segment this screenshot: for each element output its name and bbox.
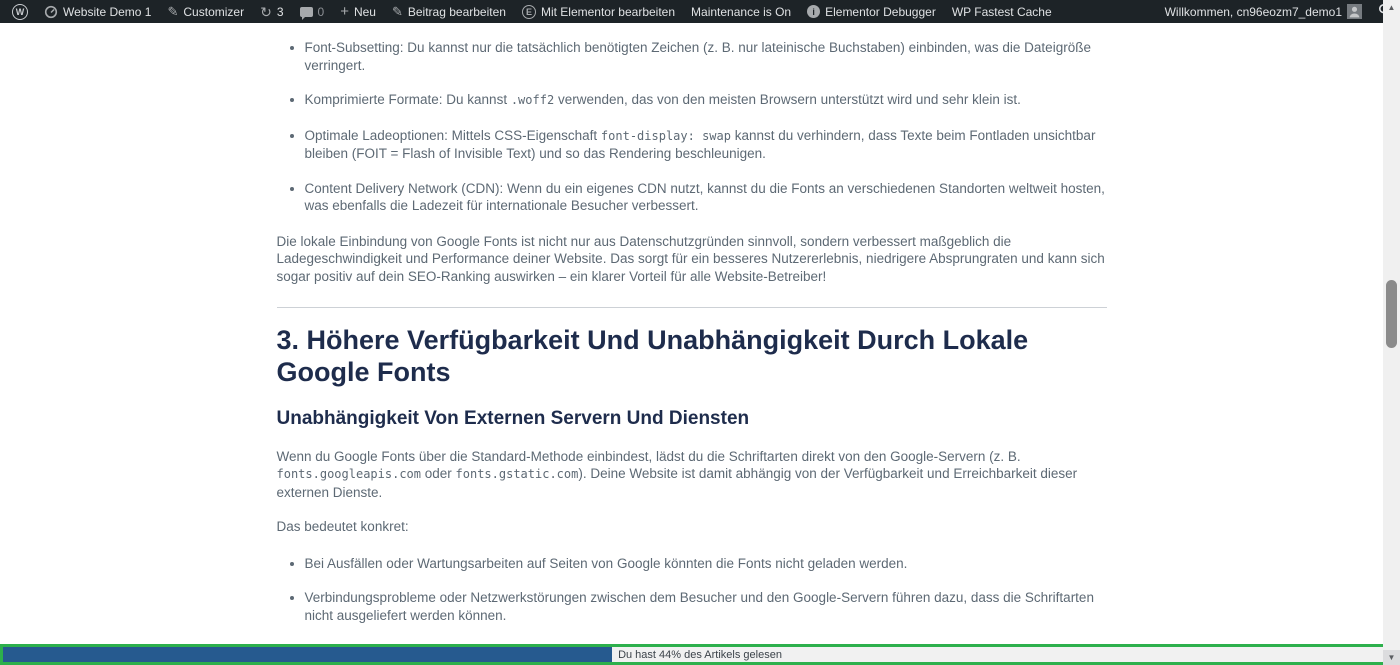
updates-menu[interactable]: ↻ 3 bbox=[252, 0, 291, 23]
site-name-label: Website Demo 1 bbox=[63, 5, 151, 19]
edit-post-label: Beitrag bearbeiten bbox=[408, 5, 506, 19]
list-item: Bei Ausfällen oder Wartungsarbeiten auf … bbox=[305, 555, 1107, 573]
subsection-heading: Unabhängigkeit Von Externen Servern Und … bbox=[277, 407, 1107, 431]
paragraph: Wenn du Google Fonts über die Standard-M… bbox=[277, 448, 1107, 502]
list-item: Verbindungsprobleme oder Netzwerkstörung… bbox=[305, 589, 1107, 624]
elementor-debugger-label: Elementor Debugger bbox=[825, 5, 936, 19]
brush-icon: ✎ bbox=[167, 5, 178, 18]
updates-count: 3 bbox=[277, 5, 284, 19]
plus-icon: + bbox=[340, 4, 349, 19]
list-item: Komprimierte Formate: Du kannst .woff2 v… bbox=[305, 91, 1107, 110]
elementor-edit-label: Mit Elementor bearbeiten bbox=[541, 5, 675, 19]
list-item: Optimale Ladeoptionen: Mittels CSS-Eigen… bbox=[305, 127, 1107, 163]
browser-scrollbar[interactable]: ▲ ▼ bbox=[1383, 0, 1400, 665]
list-item-text: Font-Subsetting: Du kannst nur die tatsä… bbox=[305, 40, 1091, 73]
wp-admin-bar: W Website Demo 1 ✎ Customizer ↻ 3 0 + Ne… bbox=[0, 0, 1400, 23]
paragraph: Das bedeutet konkret: bbox=[277, 518, 1107, 536]
inline-code: font-display: swap bbox=[601, 129, 731, 143]
list-item: Content Delivery Network (CDN): Wenn du … bbox=[305, 180, 1107, 215]
site-name-menu[interactable]: Website Demo 1 bbox=[36, 0, 159, 23]
wp-fastest-cache-label: WP Fastest Cache bbox=[952, 5, 1052, 19]
welcome-label: Willkommen, cn96eozm7_demo1 bbox=[1165, 5, 1342, 19]
wordpress-logo-icon: W bbox=[12, 4, 28, 20]
wp-fastest-cache-menu[interactable]: WP Fastest Cache bbox=[944, 0, 1060, 23]
maintenance-label: Maintenance is On bbox=[691, 5, 791, 19]
reading-progress-bar: Du hast 44% des Artikels gelesen bbox=[0, 644, 1400, 665]
edit-post-menu[interactable]: ✎ Beitrag bearbeiten bbox=[384, 0, 514, 23]
paragraph: Die lokale Einbindung von Google Fonts i… bbox=[277, 233, 1107, 286]
benefits-list: Font-Subsetting: Du kannst nur die tatsä… bbox=[277, 39, 1107, 215]
paragraph-text: oder bbox=[421, 466, 456, 481]
inline-code: .woff2 bbox=[511, 93, 554, 107]
reading-progress-label: Du hast 44% des Artikels gelesen bbox=[3, 647, 1397, 662]
elementor-edit-menu[interactable]: E Mit Elementor bearbeiten bbox=[514, 0, 683, 23]
info-icon: i bbox=[807, 5, 820, 18]
inline-code: fonts.gstatic.com bbox=[456, 467, 579, 481]
updates-icon: ↻ bbox=[260, 5, 272, 19]
scrollbar-down-arrow[interactable]: ▼ bbox=[1383, 650, 1400, 665]
article-container: Font-Subsetting: Du kannst nur die tatsä… bbox=[277, 23, 1107, 665]
list-item-text: Komprimierte Formate: Du kannst bbox=[305, 92, 511, 107]
avatar bbox=[1347, 4, 1362, 19]
paragraph-text: Wenn du Google Fonts über die Standard-M… bbox=[277, 449, 1021, 464]
new-label: Neu bbox=[354, 5, 376, 19]
customizer-label: Customizer bbox=[183, 5, 244, 19]
page-content: Font-Subsetting: Du kannst nur die tatsä… bbox=[0, 23, 1383, 665]
list-item-text: Optimale Ladeoptionen: Mittels CSS-Eigen… bbox=[305, 128, 601, 143]
inline-code: fonts.googleapis.com bbox=[277, 467, 422, 481]
my-account-menu[interactable]: Willkommen, cn96eozm7_demo1 bbox=[1157, 0, 1370, 23]
scrollbar-thumb[interactable] bbox=[1386, 280, 1397, 348]
list-item: Font-Subsetting: Du kannst nur die tatsä… bbox=[305, 39, 1107, 74]
maintenance-menu[interactable]: Maintenance is On bbox=[683, 0, 799, 23]
dashboard-gauge-icon bbox=[44, 5, 58, 19]
comment-bubble-icon bbox=[300, 7, 313, 17]
elementor-debugger-menu[interactable]: i Elementor Debugger bbox=[799, 0, 944, 23]
section-divider bbox=[277, 307, 1107, 308]
pencil-icon: ✎ bbox=[392, 5, 403, 18]
list-item-text: Content Delivery Network (CDN): Wenn du … bbox=[305, 181, 1105, 214]
section-heading: 3. Höhere Verfügbarkeit Und Unabhängigke… bbox=[277, 324, 1107, 389]
elementor-icon: E bbox=[522, 5, 536, 19]
wp-logo-menu[interactable]: W bbox=[4, 0, 36, 23]
scrollbar-up-arrow[interactable]: ▲ bbox=[1383, 0, 1400, 15]
customizer-menu[interactable]: ✎ Customizer bbox=[159, 0, 252, 23]
comments-count: 0 bbox=[318, 5, 325, 19]
comments-menu[interactable]: 0 bbox=[292, 0, 333, 23]
new-content-menu[interactable]: + Neu bbox=[332, 0, 384, 23]
list-item-text: verwenden, das von den meisten Browsern … bbox=[554, 92, 1021, 107]
